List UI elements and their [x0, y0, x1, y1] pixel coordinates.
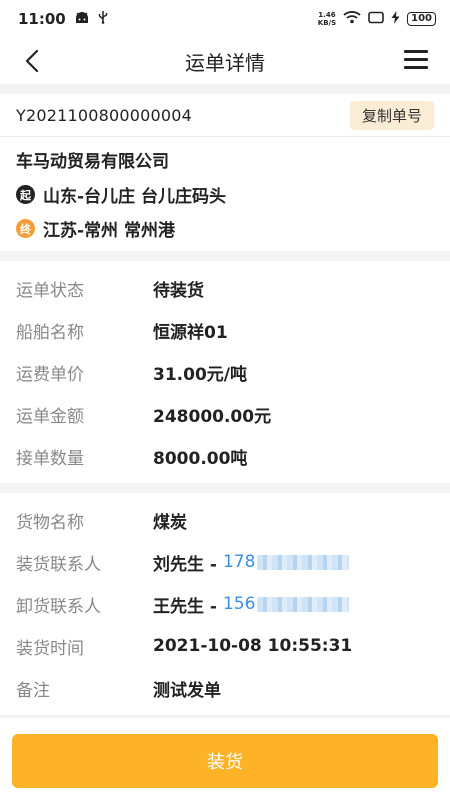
ship-name-value: 恒源祥01 [153, 322, 228, 343]
loading-phone-redacted [257, 554, 350, 570]
order-number-row: Y2021100800000004 复制单号 [0, 94, 450, 137]
page-title: 运单详情 [185, 50, 265, 75]
ship-name-label: 船舶名称 [16, 322, 84, 343]
cargo-name-value: 煤炭 [153, 512, 187, 533]
company-route-block: 车马动贸易有限公司 起 山东-台儿庄 台儿庄码头 终 江苏-常州 常州港 [0, 137, 450, 251]
network-speed: 1.46 KB/S [318, 11, 336, 27]
unit-price-row: 运费单价 31.00元/吨 [0, 351, 450, 393]
section-gap [0, 84, 450, 94]
loading-time-label: 装货时间 [16, 638, 84, 659]
status-left: 11:00 [18, 10, 108, 28]
waybill-status-value: 待装货 [153, 280, 204, 301]
section-gap [0, 251, 450, 261]
loading-contact-name: 刘先生 - [153, 554, 217, 575]
battery-level: 100 [407, 12, 436, 26]
menu-icon-line-3 [404, 66, 428, 69]
loading-contact-row: 装货联系人 刘先生 - 178 [0, 541, 450, 583]
cargo-info-section: 货物名称 煤炭 装货联系人 刘先生 - 178 卸货联系人 王先生 - 156 … [0, 493, 450, 715]
loading-phone-prefix: 178 [222, 552, 256, 572]
unloading-phone-redacted [257, 596, 350, 612]
remark-label: 备注 [16, 680, 50, 701]
charging-icon [391, 10, 400, 28]
order-number: Y2021100800000004 [16, 105, 193, 125]
chevron-left-icon [25, 49, 39, 73]
order-summary-section: Y2021100800000004 复制单号 车马动贸易有限公司 起 山东-台儿… [0, 94, 450, 251]
unloading-contact-label: 卸货联系人 [16, 596, 101, 617]
ship-name-row: 船舶名称 恒源祥01 [0, 309, 450, 351]
route-end: 终 江苏-常州 常州港 [16, 216, 434, 241]
screen-rotation-icon [368, 10, 384, 28]
menu-icon-line-1 [404, 50, 428, 53]
loading-time-row: 装货时间 2021-10-08 10:55:31 [0, 625, 450, 667]
speed-value: 1.46 [318, 11, 336, 19]
cargo-name-label: 货物名称 [16, 512, 84, 533]
loading-contact-label: 装货联系人 [16, 554, 101, 575]
waybill-amount-value: 248000.00元 [153, 406, 272, 427]
status-right: 1.46 KB/S 100 [318, 10, 436, 28]
loading-time-value: 2021-10-08 10:55:31 [153, 636, 353, 656]
status-bar: 11:00 1.46 KB/S 100 [0, 0, 450, 38]
order-quantity-value: 8000.00吨 [153, 448, 248, 469]
section-gap [0, 483, 450, 493]
bottom-action-bar: 装货 [0, 718, 450, 800]
menu-icon-line-2 [404, 58, 428, 61]
remark-row: 备注 测试发单 [0, 667, 450, 709]
back-button[interactable] [22, 46, 50, 76]
usb-icon [98, 10, 108, 28]
nav-bar: 运单详情 [0, 38, 450, 84]
unloading-phone-prefix: 156 [222, 594, 256, 614]
waybill-amount-row: 运单金额 248000.00元 [0, 393, 450, 435]
unloading-contact-row: 卸货联系人 王先生 - 156 [0, 583, 450, 625]
route-end-text: 江苏-常州 常州港 [43, 221, 175, 241]
status-time: 11:00 [18, 10, 66, 28]
order-quantity-row: 接单数量 8000.00吨 [0, 435, 450, 477]
load-button[interactable]: 装货 [12, 734, 438, 788]
order-quantity-label: 接单数量 [16, 448, 84, 469]
waybill-status-label: 运单状态 [16, 280, 84, 301]
waybill-status-row: 运单状态 待装货 [0, 267, 450, 309]
unloading-contact-phone[interactable]: 156 [222, 594, 350, 614]
unit-price-label: 运费单价 [16, 364, 84, 385]
unloading-contact-name: 王先生 - [153, 596, 217, 617]
end-badge-icon: 终 [16, 219, 35, 238]
waybill-amount-label: 运单金额 [16, 406, 84, 427]
loading-contact-phone[interactable]: 178 [222, 552, 350, 572]
speed-unit: KB/S [317, 19, 337, 27]
route-start: 起 山东-台儿庄 台儿庄码头 [16, 182, 434, 207]
wifi-icon [343, 10, 361, 28]
android-icon [74, 10, 90, 28]
waybill-info-section: 运单状态 待装货 船舶名称 恒源祥01 运费单价 31.00元/吨 运单金额 2… [0, 261, 450, 483]
remark-value: 测试发单 [153, 680, 221, 701]
copy-order-number-button[interactable]: 复制单号 [349, 100, 434, 130]
company-name: 车马动贸易有限公司 [16, 152, 169, 172]
menu-button[interactable] [404, 50, 428, 70]
cargo-name-row: 货物名称 煤炭 [0, 499, 450, 541]
start-badge-icon: 起 [16, 185, 35, 204]
route-start-text: 山东-台儿庄 台儿庄码头 [43, 187, 226, 207]
unit-price-value: 31.00元/吨 [153, 364, 247, 385]
